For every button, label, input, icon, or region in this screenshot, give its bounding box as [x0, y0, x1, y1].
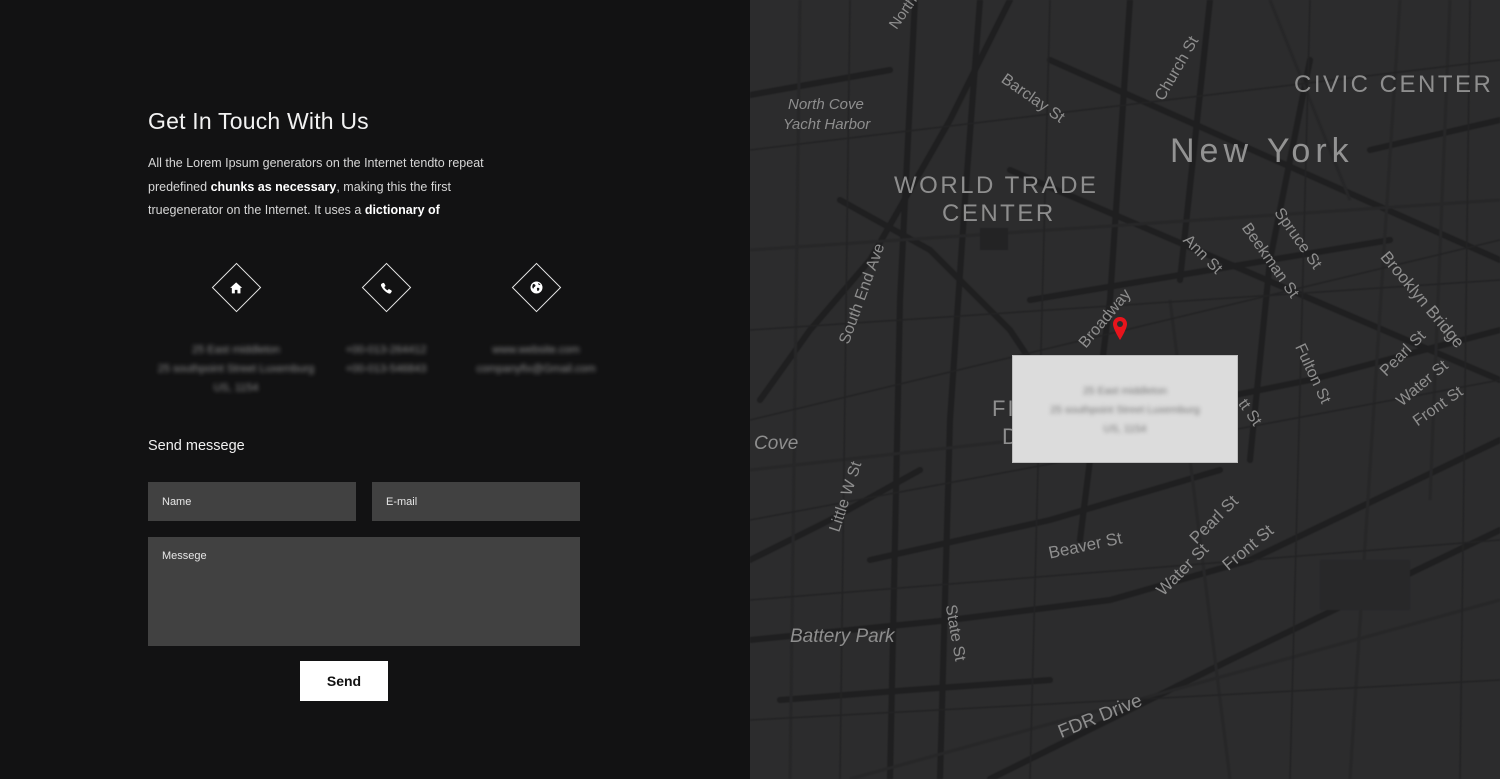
- send-button[interactable]: Send: [300, 661, 388, 701]
- contact-panel: Get In Touch With Us All the Lorem Ipsum…: [0, 0, 750, 779]
- email-line: companyfix@Gmail.com: [476, 363, 596, 375]
- intro-bold: dictionary of: [364, 203, 440, 217]
- intro-bold: chunks as necessary: [210, 179, 337, 194]
- map-label-civic-center: CIVIC CENTER: [1294, 71, 1494, 98]
- info-line: 25 southpoint Street Luxemburg: [1050, 404, 1200, 416]
- map-label-new-york: New York: [1170, 132, 1354, 170]
- page-title: Get In Touch With Us: [148, 108, 369, 134]
- address-line: US, 1154: [213, 382, 259, 394]
- map-info-window: 25 East middleton 25 southpoint Street L…: [1012, 355, 1238, 463]
- phone-icon-frame: [361, 262, 411, 313]
- map-label-north-cove: North Cove: [788, 96, 864, 113]
- intro-text: All the Lorem Ipsum generators on the In…: [148, 152, 508, 223]
- phone-icon: [380, 282, 392, 293]
- address-icon-frame: [211, 262, 261, 313]
- map-label-battery: Battery Park: [790, 626, 895, 647]
- map-pin-icon[interactable]: [1112, 316, 1128, 342]
- web-block: www.website.com companyfix@Gmail.com: [446, 262, 626, 379]
- message-input[interactable]: [148, 537, 580, 646]
- globe-icon: [530, 281, 542, 294]
- form-title: Send messege: [148, 438, 245, 454]
- web-icon-frame: [511, 262, 561, 313]
- info-line: US, 1154: [1103, 423, 1147, 435]
- map-view[interactable]: North North Cove Yacht Harbor Barclay St…: [750, 0, 1500, 779]
- map-label-cove: Cove: [754, 433, 799, 454]
- map-label-wtc-2: CENTER: [942, 200, 1056, 227]
- map-label-yacht-harbor: Yacht Harbor: [783, 116, 871, 133]
- web-text: www.website.com companyfix@Gmail.com: [446, 341, 626, 379]
- home-icon: [230, 282, 242, 293]
- map-label-wtc-1: WORLD TRADE: [894, 172, 1099, 199]
- info-address: 25 East middleton 25 southpoint Street L…: [1013, 382, 1237, 439]
- info-line: 25 East middleton: [1082, 385, 1168, 397]
- web-line: www.website.com: [492, 344, 580, 356]
- email-input[interactable]: [372, 482, 580, 521]
- name-input[interactable]: [148, 482, 356, 521]
